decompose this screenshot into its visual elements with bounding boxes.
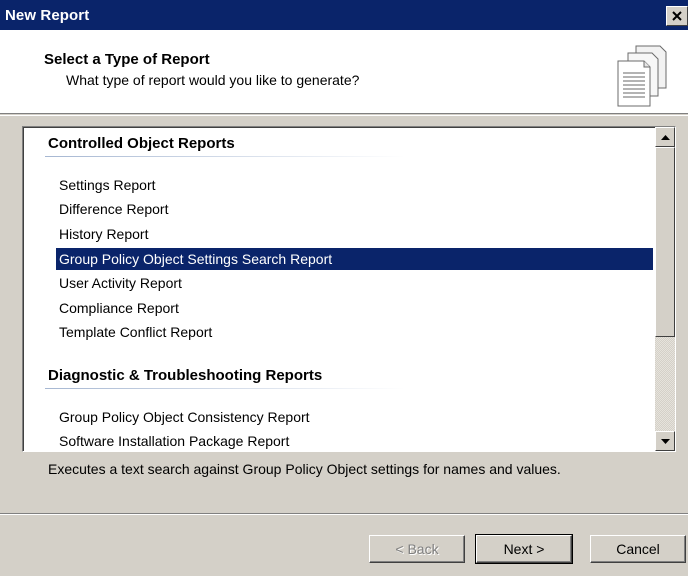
list-item-gpo-consistency-report[interactable]: Group Policy Object Consistency Report <box>56 406 310 428</box>
report-list-content: Controlled Object Reports Settings Repor… <box>23 127 655 451</box>
group-divider <box>45 388 405 389</box>
report-pages-icon <box>617 45 667 107</box>
header-title: Select a Type of Report <box>44 51 210 68</box>
list-item-difference-report[interactable]: Difference Report <box>56 198 168 220</box>
next-button[interactable]: Next > <box>475 534 573 564</box>
group-divider <box>45 156 405 157</box>
header-subtitle: What type of report would you like to ge… <box>66 72 360 88</box>
group-header-diagnostic-troubleshooting-reports: Diagnostic & Troubleshooting Reports <box>48 367 323 384</box>
report-description: Executes a text search against Group Pol… <box>48 461 561 477</box>
list-item-gpo-settings-search-report[interactable]: Group Policy Object Settings Search Repo… <box>56 248 653 270</box>
arrow-down-icon <box>660 438 670 444</box>
report-type-list[interactable]: Controlled Object Reports Settings Repor… <box>22 126 676 452</box>
group-header-controlled-object-reports: Controlled Object Reports <box>48 135 235 152</box>
back-button[interactable]: < Back <box>369 535 465 563</box>
scroll-down-button[interactable] <box>655 431 675 451</box>
cancel-button[interactable]: Cancel <box>590 535 686 563</box>
list-item-settings-report[interactable]: Settings Report <box>56 174 156 196</box>
vertical-scrollbar[interactable] <box>655 127 675 451</box>
scrollbar-thumb[interactable] <box>655 147 675 337</box>
title-bar: New Report <box>0 0 688 30</box>
footer-separator <box>0 513 688 515</box>
list-item-compliance-report[interactable]: Compliance Report <box>56 297 179 319</box>
arrow-up-icon <box>660 134 670 140</box>
list-item-user-activity-report[interactable]: User Activity Report <box>56 272 182 294</box>
window-title: New Report <box>5 6 90 24</box>
close-icon <box>672 11 682 21</box>
header-divider <box>0 115 688 116</box>
scroll-up-button[interactable] <box>655 127 675 147</box>
list-item-history-report[interactable]: History Report <box>56 223 148 245</box>
close-button[interactable] <box>666 6 688 26</box>
list-item-template-conflict-report[interactable]: Template Conflict Report <box>56 321 212 343</box>
wizard-header: Select a Type of Report What type of rep… <box>0 30 688 114</box>
list-item-software-installation-package-report[interactable]: Software Installation Package Report <box>56 430 289 451</box>
